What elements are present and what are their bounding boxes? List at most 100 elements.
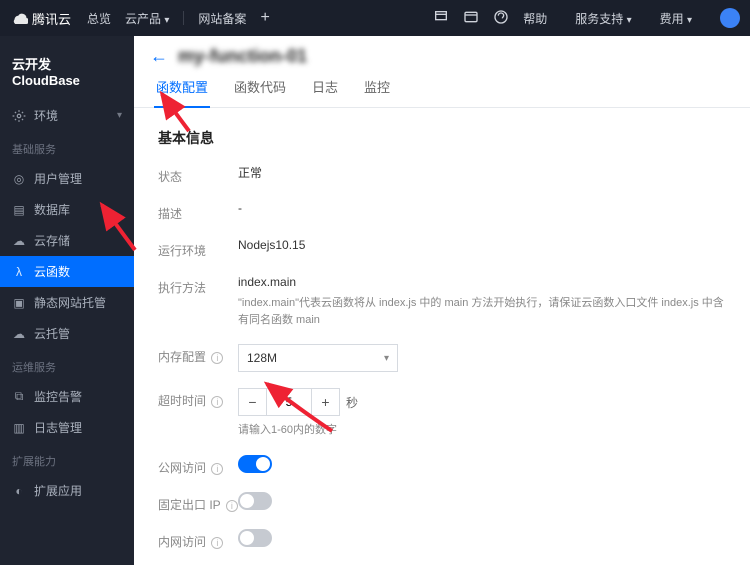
row-desc: 描述 - <box>158 201 726 222</box>
public-toggle[interactable] <box>238 455 272 473</box>
cloud-icon: ☁ <box>12 234 26 248</box>
support-icon[interactable] <box>493 9 509 28</box>
nav-help[interactable]: 帮助 <box>523 10 547 27</box>
row-public-access: 公网访问 i <box>158 455 726 476</box>
nav-products[interactable]: 云产品 ▾ <box>125 10 169 27</box>
tab-monitor[interactable]: 监控 <box>362 77 392 107</box>
intranet-toggle[interactable] <box>238 529 272 547</box>
page-header: ← my-function-01 <box>134 36 750 67</box>
sidebar-item-storage[interactable]: ☁ 云存储 <box>0 225 134 256</box>
sidebar: 云开发 CloudBase 环境 ▾ 基础服务 ◎用户管理 ▤数据库 ☁云存储 … <box>0 36 134 565</box>
sidebar-label: 静态网站托管 <box>34 294 106 311</box>
label-intranet: 内网访问 i <box>158 529 238 550</box>
row-eip: 固定出口 IP i <box>158 492 726 513</box>
sidebar-label: 云托管 <box>34 325 70 342</box>
group-ext: 扩展能力 <box>0 443 134 475</box>
label-status: 状态 <box>158 164 238 185</box>
ext-icon: ◐ <box>12 484 26 498</box>
tabs: 函数配置 函数代码 日志 监控 <box>134 67 750 108</box>
label-timeout: 超时时间 i <box>158 388 238 409</box>
label-public: 公网访问 i <box>158 455 238 476</box>
group-basic: 基础服务 <box>0 131 134 163</box>
log-icon: ▥ <box>12 421 26 435</box>
decrement-button[interactable]: − <box>239 389 267 415</box>
value-runtime: Nodejs10.15 <box>238 238 726 252</box>
avatar[interactable] <box>720 8 740 28</box>
row-handler: 执行方法 index.main "index.main"代表云函数将从 inde… <box>158 275 726 328</box>
brand-logo[interactable]: 腾讯云 <box>10 9 71 28</box>
info-icon[interactable]: i <box>211 352 223 364</box>
function-icon: λ <box>12 265 26 279</box>
sidebar-label: 扩展应用 <box>34 482 82 499</box>
nav-billing[interactable]: 费用 ▾ <box>660 10 692 27</box>
sidebar-label: 云存储 <box>34 232 70 249</box>
sidebar-item-extapp[interactable]: ◐ 扩展应用 <box>0 475 134 506</box>
info-icon[interactable]: i <box>211 463 223 475</box>
value-handler: index.main "index.main"代表云函数将从 index.js … <box>238 275 726 328</box>
label-desc: 描述 <box>158 201 238 222</box>
section-title: 基本信息 <box>158 128 726 148</box>
increment-button[interactable]: + <box>311 389 339 415</box>
user-icon: ◎ <box>12 172 26 186</box>
sidebar-env[interactable]: 环境 ▾ <box>0 100 134 131</box>
page-title: my-function-01 <box>178 46 307 67</box>
info-icon[interactable]: i <box>211 537 223 549</box>
sidebar-label: 日志管理 <box>34 419 82 436</box>
label-memory: 内存配置 i <box>158 344 238 365</box>
label-runtime: 运行环境 <box>158 238 238 259</box>
info-icon[interactable]: i <box>211 396 223 408</box>
sidebar-label: 数据库 <box>34 201 70 218</box>
divider <box>183 11 184 25</box>
label-eip: 固定出口 IP i <box>158 492 238 513</box>
sidebar-label: 监控告警 <box>34 388 82 405</box>
sidebar-item-hosting[interactable]: ▣ 静态网站托管 <box>0 287 134 318</box>
memory-select[interactable]: 128M▾ <box>238 344 398 372</box>
nav-beian[interactable]: 网站备案 <box>198 10 246 27</box>
sidebar-item-cloudhost[interactable]: ☁ 云托管 <box>0 318 134 349</box>
chevron-down-icon: ▾ <box>384 353 389 364</box>
eip-toggle[interactable] <box>238 492 272 510</box>
topbar: 腾讯云 总览 云产品 ▾ 网站备案 + 帮助 服务支持 ▾ 费用 ▾ <box>0 0 750 36</box>
site-icon: ▣ <box>12 296 26 310</box>
add-icon[interactable]: + <box>260 9 269 27</box>
cart-icon[interactable] <box>433 9 449 28</box>
db-icon: ▤ <box>12 203 26 217</box>
sidebar-item-functions[interactable]: λ 云函数 <box>0 256 134 287</box>
timeout-stepper[interactable]: − + <box>238 388 340 416</box>
sidebar-label: 环境 <box>34 107 58 124</box>
sidebar-item-alarm[interactable]: ⧉ 监控告警 <box>0 381 134 412</box>
row-status: 状态 正常 <box>158 164 726 185</box>
sidebar-item-users[interactable]: ◎ 用户管理 <box>0 163 134 194</box>
value-desc: - <box>238 201 726 215</box>
group-ops: 运维服务 <box>0 349 134 381</box>
row-timeout: 超时时间 i − + 秒 请输入1-60内的数字 <box>158 388 726 439</box>
row-intranet: 内网访问 i <box>158 529 726 550</box>
host-icon: ☁ <box>12 327 26 341</box>
timeout-unit: 秒 <box>346 394 358 411</box>
inbox-icon[interactable] <box>463 9 479 28</box>
main-content: ← my-function-01 函数配置 函数代码 日志 监控 基本信息 状态… <box>134 36 750 565</box>
row-runtime: 运行环境 Nodejs10.15 <box>158 238 726 259</box>
sidebar-item-logs[interactable]: ▥ 日志管理 <box>0 412 134 443</box>
tab-config[interactable]: 函数配置 <box>154 77 210 108</box>
sidebar-label: 云函数 <box>34 263 70 280</box>
alarm-icon: ⧉ <box>12 390 26 404</box>
nav-support[interactable]: 服务支持 ▾ <box>575 10 631 27</box>
tab-logs[interactable]: 日志 <box>310 77 340 107</box>
nav-overview[interactable]: 总览 <box>87 10 111 27</box>
sidebar-label: 用户管理 <box>34 170 82 187</box>
back-arrow-icon[interactable]: ← <box>150 46 168 67</box>
hint-timeout: 请输入1-60内的数字 <box>238 422 726 439</box>
brand-text: 腾讯云 <box>32 9 71 28</box>
info-icon[interactable]: i <box>226 500 238 512</box>
chevron-down-icon: ▾ <box>117 110 122 121</box>
value-status: 正常 <box>238 164 726 181</box>
row-memory: 内存配置 i 128M▾ <box>158 344 726 372</box>
hint-handler: "index.main"代表云函数将从 index.js 中的 main 方法开… <box>238 295 726 328</box>
label-handler: 执行方法 <box>158 275 238 296</box>
tab-code[interactable]: 函数代码 <box>232 77 288 107</box>
gear-icon <box>12 109 26 123</box>
sidebar-title: 云开发 CloudBase <box>0 46 134 100</box>
timeout-input[interactable] <box>267 389 311 415</box>
sidebar-item-db[interactable]: ▤ 数据库 <box>0 194 134 225</box>
